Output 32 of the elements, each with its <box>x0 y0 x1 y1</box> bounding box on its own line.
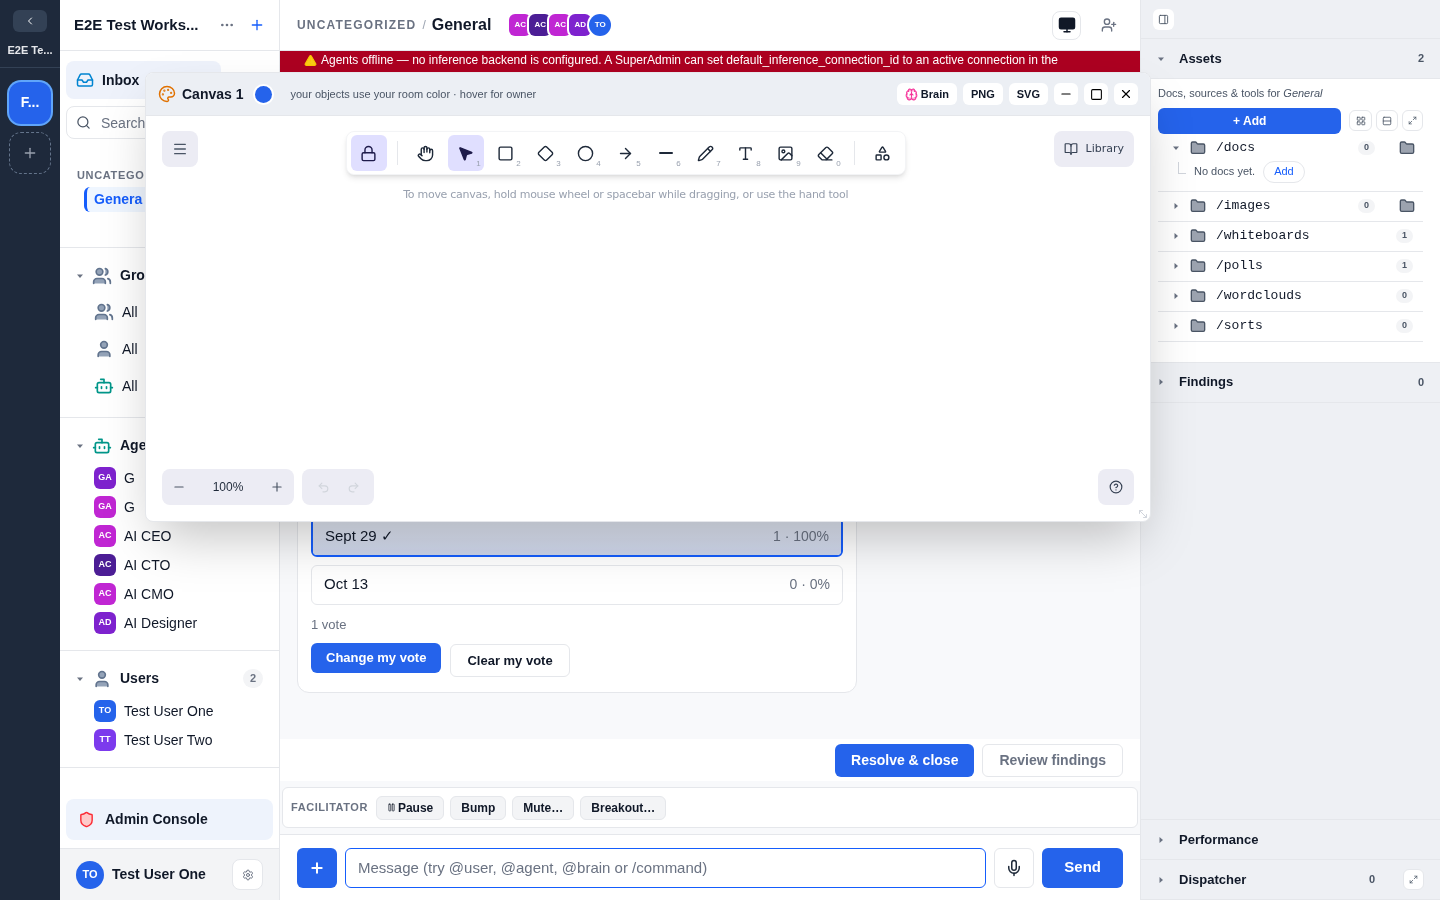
member-avatar: AD <box>569 14 592 36</box>
category-label: UNCATEGO <box>77 168 146 183</box>
facilitator-label: FACILITATOR <box>291 800 368 816</box>
count-badge: 2 <box>242 669 263 688</box>
avatar: AC <box>94 583 116 605</box>
assets-description: Docs, sources & tools for General <box>1158 86 1324 101</box>
canvas-tip: To move canvas, hold mouse wheel or spacebar while dragging, or use the hand tool <box>403 187 849 203</box>
workspace-name: E2E Te... <box>7 43 53 58</box>
section-title: Users <box>120 669 159 688</box>
avatar: AC <box>94 554 116 576</box>
section-title: Age <box>120 436 147 455</box>
vote-count: 1 vote <box>311 615 348 634</box>
avatar: AD <box>94 612 116 634</box>
workspace-title: E2E Test Works... <box>74 14 199 35</box>
avatar: TO <box>76 860 104 889</box>
avatar: GA <box>94 467 116 489</box>
alert-text: Agents offline — no inference backend is configured. A SuperAdmin can set default_inference_connection_id to an active connection in the <box>321 52 1058 69</box>
avatar: TT <box>94 729 116 751</box>
avatar: TO <box>94 700 116 722</box>
avatar: AC <box>94 525 116 547</box>
window-hint: your objects use your room color · hover for owner <box>290 86 537 102</box>
empty-folder-text: No docs yet. <box>1194 164 1256 180</box>
avatar: GA <box>94 496 116 518</box>
option-label: Sept 29 ✓ <box>325 526 394 547</box>
option-result: 1 · 100% <box>772 527 829 546</box>
option-label: Oct 13 <box>324 574 369 595</box>
breadcrumb-separator: / <box>422 17 426 34</box>
member-avatar: TO <box>589 14 612 36</box>
user-name: Test User One <box>112 865 206 884</box>
option-result: 0 · 0% <box>789 575 830 594</box>
section-title: Gro <box>120 266 145 285</box>
channel-title: General <box>431 15 492 35</box>
